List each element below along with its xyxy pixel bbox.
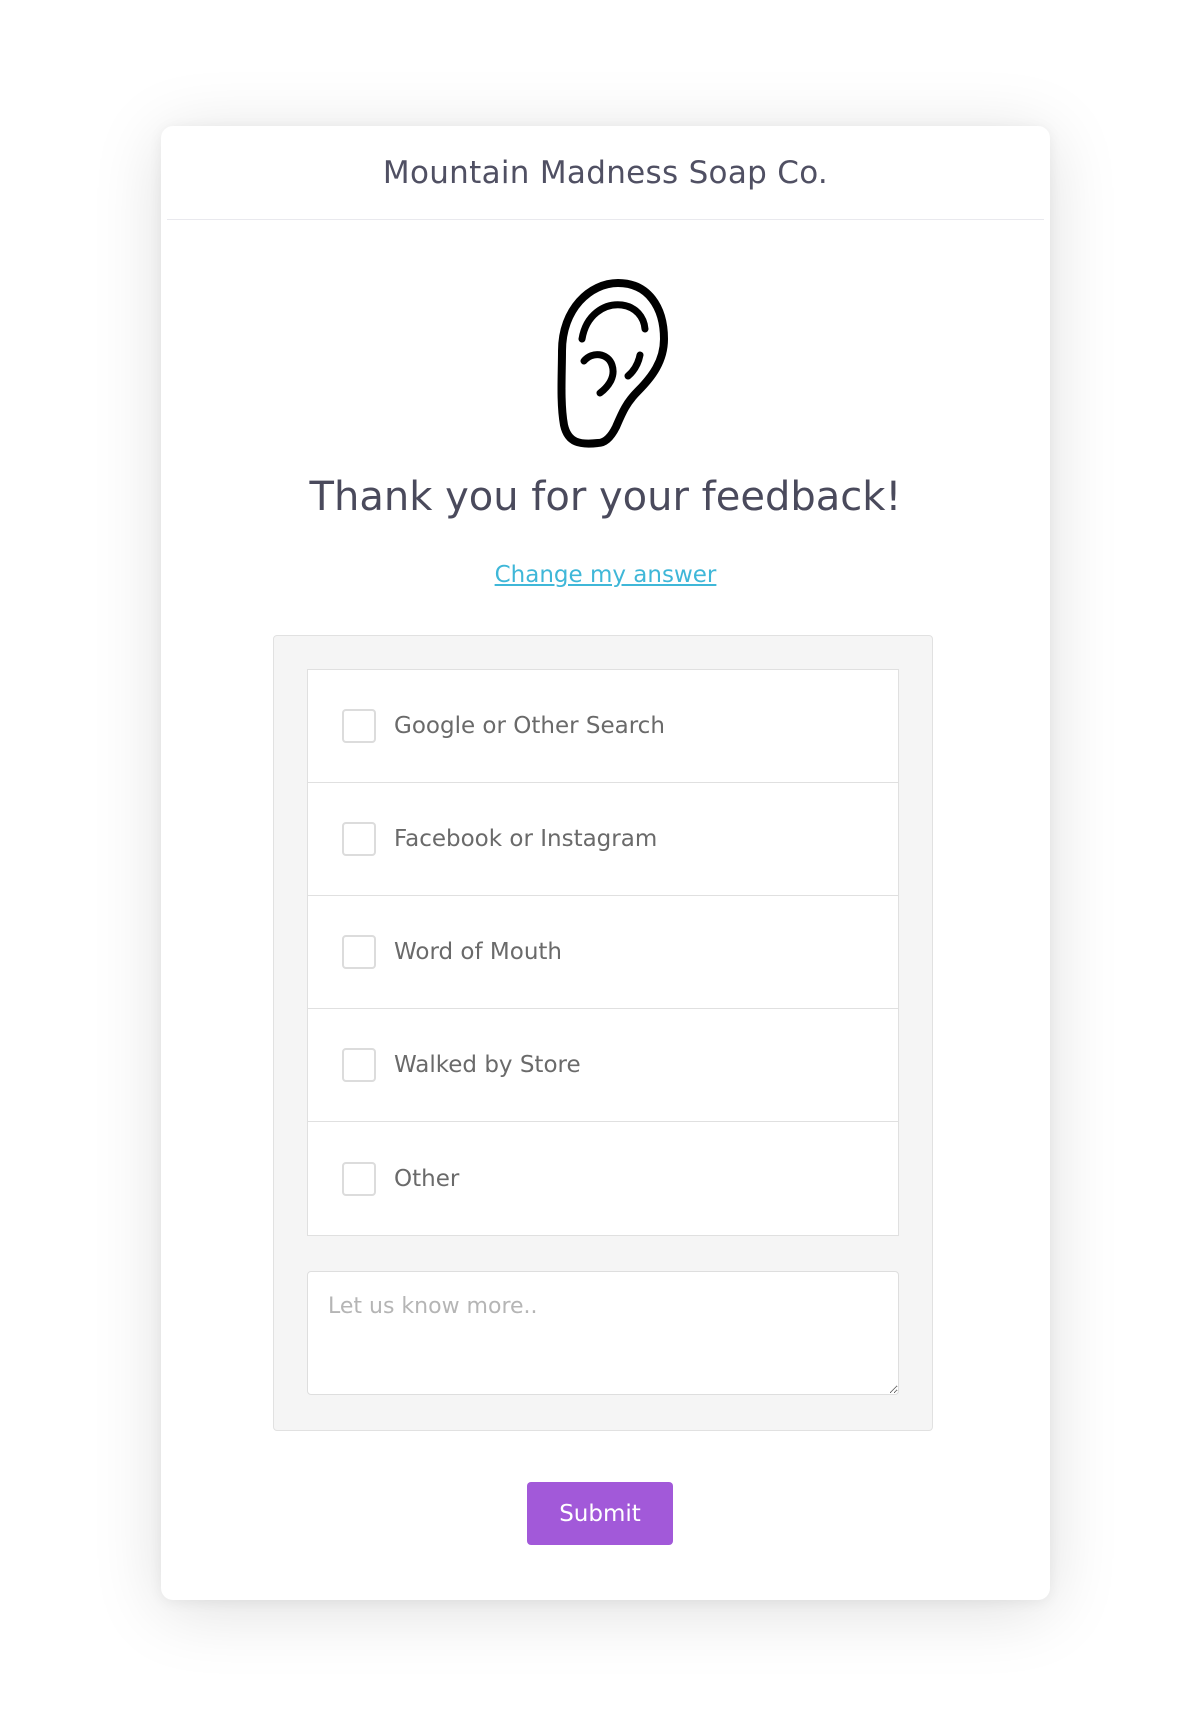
option-label: Google or Other Search bbox=[394, 713, 665, 739]
option-label: Word of Mouth bbox=[394, 939, 562, 965]
option-word-of-mouth[interactable]: Word of Mouth bbox=[308, 896, 898, 1009]
page: Mountain Madness Soap Co. Thank you for … bbox=[0, 0, 1200, 1736]
change-answer-link-wrap: Change my answer bbox=[161, 562, 1050, 588]
comment-field-wrap bbox=[307, 1271, 899, 1395]
change-answer-link[interactable]: Change my answer bbox=[495, 562, 717, 588]
feedback-form-panel: Google or Other Search Facebook or Insta… bbox=[273, 635, 933, 1431]
option-other[interactable]: Other bbox=[308, 1122, 898, 1235]
feedback-card: Mountain Madness Soap Co. Thank you for … bbox=[161, 126, 1050, 1600]
checkbox[interactable] bbox=[342, 1048, 376, 1082]
option-label: Facebook or Instagram bbox=[394, 826, 658, 852]
ear-icon bbox=[540, 275, 670, 450]
option-walked-by-store[interactable]: Walked by Store bbox=[308, 1009, 898, 1122]
brand-name: Mountain Madness Soap Co. bbox=[382, 154, 829, 191]
option-google-search[interactable]: Google or Other Search bbox=[308, 670, 898, 783]
option-facebook-instagram[interactable]: Facebook or Instagram bbox=[308, 783, 898, 896]
option-label: Other bbox=[394, 1165, 460, 1192]
checkbox[interactable] bbox=[342, 822, 376, 856]
thank-you-title: Thank you for your feedback! bbox=[309, 474, 902, 520]
comment-textarea[interactable] bbox=[307, 1271, 899, 1395]
checkbox[interactable] bbox=[342, 935, 376, 969]
option-label: Walked by Store bbox=[394, 1052, 581, 1078]
card-header: Mountain Madness Soap Co. bbox=[167, 126, 1044, 220]
checkbox[interactable] bbox=[342, 709, 376, 743]
checkbox[interactable] bbox=[342, 1161, 376, 1196]
submit-button[interactable]: Submit bbox=[527, 1482, 673, 1545]
source-options-list: Google or Other Search Facebook or Insta… bbox=[307, 669, 899, 1236]
